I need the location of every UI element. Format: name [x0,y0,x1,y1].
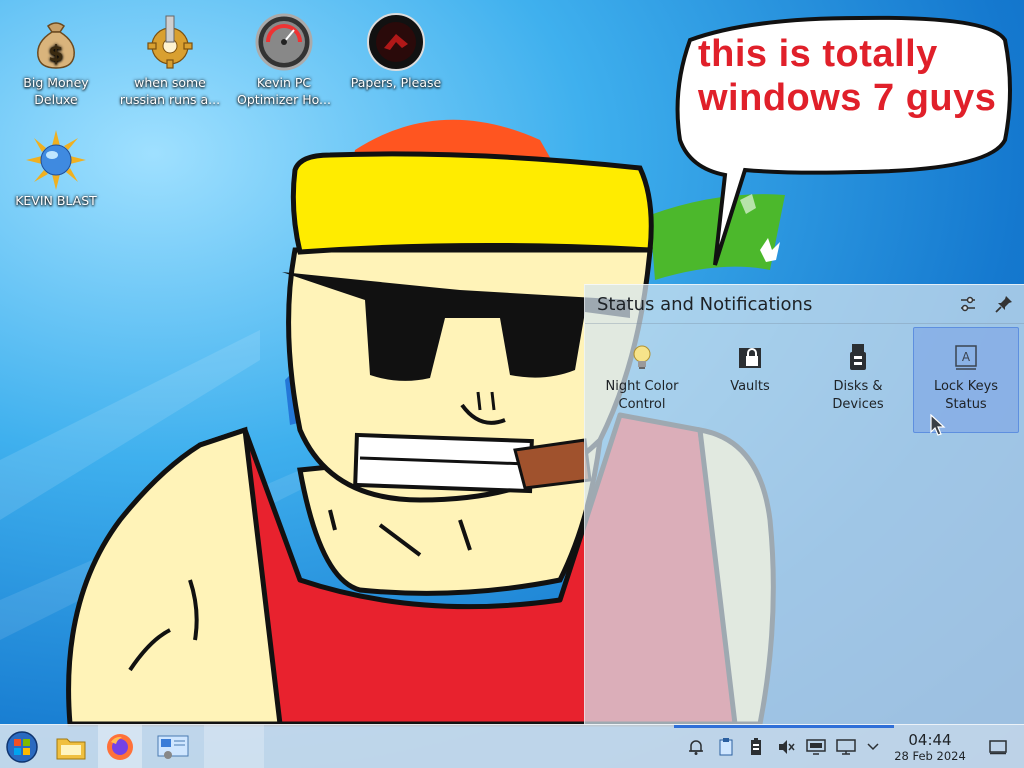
speech-bubble-text: this is totally windows 7 guys [698,32,1008,120]
panel-title: Status and Notifications [597,294,813,315]
tray-display[interactable] [804,725,828,768]
firefox-icon [107,734,133,760]
expand-chevron-icon [867,743,879,751]
svg-text:$: $ [48,42,63,67]
file-manager-icon [56,738,86,760]
tray-volume[interactable] [774,725,798,768]
volume-muted-icon [779,740,795,754]
keyboard-key-icon: A [955,345,977,370]
mouse-cursor-icon [930,414,946,436]
desktop-icon-kevin-blast[interactable]: KEVIN BLAST [0,124,112,209]
clock-time: 04:44 [908,731,952,749]
tile-label: Lock Keys Status [933,379,999,412]
tile-lock-keys-status[interactable]: A Lock Keys Status [913,327,1019,433]
tray-network[interactable] [834,725,858,768]
desktop-icon-label: Papers, Please [350,75,442,90]
tile-disks-devices[interactable]: Disks & Devices [805,327,911,433]
panel-header: Status and Notifications [585,285,1024,324]
speech-line-1: this is totally [698,33,938,75]
taskbar-system-settings[interactable] [150,725,196,768]
tile-label: Disks & Devices [832,379,884,412]
tile-vaults[interactable]: Vaults [697,327,803,433]
tray-battery[interactable] [744,725,768,768]
tray-notifications[interactable] [684,725,708,768]
desktop-icon-russian-runs[interactable]: when some russian runs a... [114,6,226,108]
desktop-icon-kevin-pc-optimizer[interactable]: Kevin PC Optimizer Ho... [228,6,340,108]
status-notifications-panel: Status and Notifications Night Color Con… [584,284,1024,725]
desktop-icon-label: Big Money Deluxe [23,75,89,107]
notifications-bell-icon [689,740,703,755]
papers-please-icon [367,13,425,71]
system-settings-icon [157,735,189,759]
speech-line-2: windows 7 guys [698,77,997,119]
desktop-icon-papers-please[interactable]: Papers, Please [340,6,452,91]
cog-icon [147,15,193,69]
battery-icon [751,738,761,755]
clock-date: 28 Feb 2024 [894,749,966,763]
tile-label: Vaults [730,379,770,394]
show-desktop-button[interactable] [984,725,1012,768]
pin-icon[interactable] [993,293,1015,315]
network-icon [836,739,856,755]
start-menu-button[interactable] [0,725,44,768]
desktop: this is totally windows 7 guys $ Big Mon… [0,0,1024,768]
taskbar-spacer [204,725,264,768]
tile-night-color-control[interactable]: Night Color Control [589,327,695,433]
usb-drive-icon [850,344,866,370]
lightbulb-icon [633,345,651,369]
show-desktop-icon [989,740,1007,755]
taskbar: 04:44 28 Feb 2024 [0,724,1024,768]
taskbar-file-manager[interactable] [50,725,92,768]
desktop-icon-label: when some russian runs a... [119,75,221,107]
start-menu-icon [6,731,38,763]
desktop-icon-label: KEVIN BLAST [15,193,97,208]
display-icon [806,739,826,755]
svg-text:A: A [962,350,971,364]
speedometer-icon [255,13,313,71]
tile-label: Night Color Control [605,379,679,412]
desktop-icon-big-money-deluxe[interactable]: $ Big Money Deluxe [0,6,112,108]
desktop-icon-label: Kevin PC Optimizer Ho... [237,75,331,107]
sun-globe-icon [26,130,86,190]
clock[interactable]: 04:44 28 Feb 2024 [890,725,970,768]
tray-clipboard[interactable] [714,725,738,768]
clipboard-icon [719,738,733,756]
configure-sliders-icon[interactable] [957,293,979,315]
taskbar-firefox[interactable] [98,725,142,768]
tray-expand[interactable] [862,725,884,768]
vault-lock-icon [739,348,761,368]
money-bag-icon: $ [37,22,75,69]
